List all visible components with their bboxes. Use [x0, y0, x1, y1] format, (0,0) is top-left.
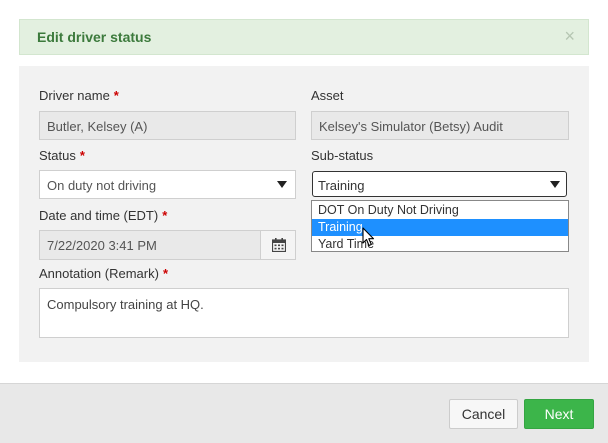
- annotation-label: Annotation (Remark) *: [39, 266, 168, 281]
- substatus-option-dot-on-duty[interactable]: DOT On Duty Not Driving: [312, 202, 568, 219]
- substatus-option-training[interactable]: Training: [312, 219, 568, 236]
- status-select-value: On duty not driving: [47, 178, 157, 193]
- status-label-text: Status: [39, 148, 76, 163]
- required-marker: *: [162, 208, 168, 223]
- chevron-down-icon: [550, 181, 560, 188]
- substatus-select[interactable]: Training: [312, 171, 567, 197]
- close-icon[interactable]: ×: [564, 26, 575, 46]
- dialog-header: Edit driver status ×: [19, 19, 589, 55]
- datetime-label: Date and time (EDT) *: [39, 208, 167, 223]
- datetime-label-text: Date and time (EDT): [39, 208, 159, 223]
- annotation-textarea[interactable]: Compulsory training at HQ.: [39, 288, 569, 338]
- datetime-field: 7/22/2020 3:41 PM: [39, 230, 261, 260]
- asset-field: Kelsey's Simulator (Betsy) Audit: [311, 111, 569, 140]
- substatus-select-value: Training: [318, 178, 365, 193]
- driver-name-field: Butler, Kelsey (A): [39, 111, 296, 140]
- dialog-title: Edit driver status: [37, 29, 152, 45]
- asset-label: Asset: [311, 88, 344, 103]
- calendar-icon: [272, 238, 286, 252]
- substatus-label: Sub-status: [311, 148, 374, 163]
- dialog-footer: Cancel Next: [0, 383, 608, 443]
- edit-driver-status-dialog: Edit driver status × Driver name * Butler…: [0, 0, 608, 443]
- driver-name-label: Driver name *: [39, 88, 119, 103]
- status-select[interactable]: On duty not driving: [39, 170, 296, 199]
- substatus-dropdown-list: DOT On Duty Not Driving Training Yard Ti…: [311, 200, 569, 252]
- cancel-button[interactable]: Cancel: [449, 399, 518, 429]
- status-label: Status *: [39, 148, 85, 163]
- annotation-label-text: Annotation (Remark): [39, 266, 159, 281]
- chevron-down-icon: [277, 181, 287, 188]
- substatus-option-yard-time[interactable]: Yard Time: [312, 236, 568, 253]
- driver-name-label-text: Driver name: [39, 88, 110, 103]
- next-button[interactable]: Next: [524, 399, 594, 429]
- required-marker: *: [79, 148, 85, 163]
- required-marker: *: [113, 88, 119, 103]
- mouse-pointer-icon: [362, 227, 375, 247]
- calendar-button[interactable]: [260, 230, 296, 260]
- required-marker: *: [162, 266, 169, 281]
